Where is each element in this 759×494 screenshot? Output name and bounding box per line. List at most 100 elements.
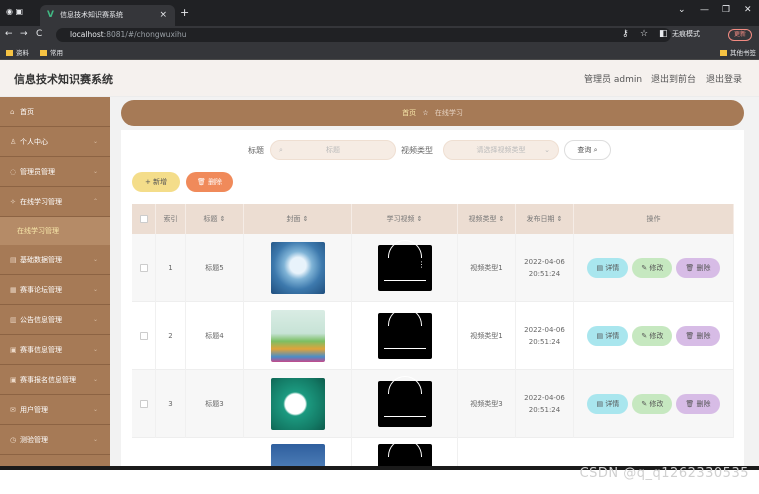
tab-close-icon[interactable]: × <box>159 5 167 26</box>
star-icon[interactable]: ☆ <box>640 29 648 39</box>
new-tab-button[interactable]: + <box>180 6 189 19</box>
sidebar-item-event[interactable]: ▣ 赛事信息管理 ⌄ <box>0 335 110 365</box>
chevron-down-icon: ⌄ <box>544 146 550 154</box>
dropdown-icon[interactable]: ⌄ <box>678 5 686 15</box>
row-actions: ▤ 详情 ✎ 修改 🗑 删除 <box>574 234 734 302</box>
sidebar-item-home[interactable]: ⌂ 首页 <box>0 97 110 127</box>
system-name: 信息技术知识赛系统 <box>14 73 113 86</box>
logout-link[interactable]: 退出登录 <box>706 72 742 85</box>
header-type[interactable]: 视频类型 ⇕ <box>458 204 516 234</box>
address-row: ← → C localhost:8081/#/chongwuxihu ⚷ ☆ ◧… <box>0 26 759 44</box>
key-icon[interactable]: ⚷ <box>622 29 629 39</box>
reload-icon[interactable]: C <box>36 29 42 39</box>
forward-icon[interactable]: → <box>20 29 28 39</box>
detail-button[interactable]: ▤ 详情 <box>587 326 629 346</box>
cover-image-people-network[interactable] <box>270 310 325 362</box>
cover-image-brain-icons[interactable] <box>270 378 325 430</box>
close-icon[interactable]: ✕ <box>744 5 752 15</box>
breadcrumb: 首页 ☆ 在线学习 <box>121 100 744 126</box>
bookmarks-bar: 资料 常用 其他书签 <box>0 44 759 60</box>
edit-button[interactable]: ✎ 修改 <box>632 258 673 278</box>
app-header: 信息技术知识赛系统 管理员 admin 退出到前台 退出登录 <box>0 60 759 97</box>
event-icon: ▣ <box>10 346 17 354</box>
chevron-down-icon: ⌄ <box>92 316 98 323</box>
detail-button[interactable]: ▤ 详情 <box>587 394 629 414</box>
delete-button[interactable]: 🗑 删除 <box>676 326 720 346</box>
video-player[interactable]: ⋮ <box>377 240 432 291</box>
row-date: 2022-04-06 20:51:24 <box>516 370 574 438</box>
home-icon: ⌂ <box>10 108 15 116</box>
bookmark-folder[interactable]: 资料 <box>6 47 29 57</box>
header-cover[interactable]: 封面 ⇕ <box>244 204 352 234</box>
row-date: 2022-04-06 20:51:24 <box>516 234 574 302</box>
update-button[interactable]: 更新 <box>728 29 752 41</box>
minimize-icon[interactable]: — <box>700 5 709 15</box>
folder-icon <box>720 50 727 56</box>
query-button[interactable]: 查询 ⌕ <box>564 140 611 160</box>
type-label: 视频类型 <box>401 146 433 155</box>
sidebar-item-admin[interactable]: ◌ 管理员管理 ⌄ <box>0 157 110 187</box>
header-title[interactable]: 标题 ⇕ <box>186 204 244 234</box>
select-all-checkbox[interactable] <box>132 204 156 234</box>
breadcrumb-home[interactable]: 首页 <box>402 109 416 117</box>
sidebar-item-forum[interactable]: ▦ 赛事论坛管理 ⌄ <box>0 275 110 305</box>
more-icon[interactable]: ⋮ <box>418 261 426 269</box>
restore-icon[interactable]: ❐ <box>722 5 730 15</box>
header-actions: 操作 <box>574 204 734 234</box>
title-search-input[interactable]: ⌕ 标题 <box>270 140 396 160</box>
delete-button[interactable]: 🗑 删除 <box>676 258 720 278</box>
submenu-online-study[interactable]: 在线学习管理 <box>0 217 110 245</box>
row-index: 2 <box>156 302 186 370</box>
back-front-link[interactable]: 退出到前台 <box>651 72 696 85</box>
row-checkbox[interactable] <box>132 302 156 370</box>
content-panel: 标题 ⌕ 标题 视频类型 请选择视频类型 ⌄ 查询 ⌕ + 新增 🗑 删除 索引… <box>121 130 744 470</box>
plus-icon: + <box>144 178 154 186</box>
row-checkbox[interactable] <box>132 370 156 438</box>
video-player[interactable] <box>377 308 432 359</box>
detail-button[interactable]: ▤ 详情 <box>587 258 629 278</box>
edit-button[interactable]: ✎ 修改 <box>632 326 673 346</box>
header-index: 索引 <box>156 204 186 234</box>
notice-icon: ▥ <box>10 316 17 324</box>
sidebar-item-signup[interactable]: ▣ 赛事报名信息管理 ⌄ <box>0 365 110 395</box>
cover-image-hand-tech[interactable] <box>270 242 325 294</box>
delete-button[interactable]: 🗑 删除 <box>676 394 720 414</box>
data-table: 索引 标题 ⇕ 封面 ⇕ 学习视频 ⇕ 视频类型 ⇕ 发布日期 ⇕ 操作 1 标… <box>132 204 734 470</box>
row-cover <box>244 302 352 370</box>
sidebar-item-notice[interactable]: ▥ 公告信息管理 ⌄ <box>0 305 110 335</box>
video-player[interactable] <box>377 376 432 427</box>
back-icon[interactable]: ← <box>5 29 13 39</box>
browser-tab[interactable]: V 信息技术知识赛系统 × <box>40 5 175 26</box>
row-checkbox[interactable] <box>132 234 156 302</box>
row-video: ⋮ <box>352 234 458 302</box>
header-date[interactable]: 发布日期 ⇕ <box>516 204 574 234</box>
sidebar-item-quiz[interactable]: ◷ 测验管理 ⌄ <box>0 425 110 455</box>
header-video[interactable]: 学习视频 ⇕ <box>352 204 458 234</box>
users-icon: ✉ <box>10 406 16 414</box>
batch-delete-button[interactable]: 🗑 删除 <box>186 172 233 192</box>
folder-icon <box>40 50 47 56</box>
star-separator-icon: ☆ <box>422 109 429 117</box>
other-bookmarks[interactable]: 其他书签 <box>720 47 756 57</box>
row-video <box>352 370 458 438</box>
bookmark-folder[interactable]: 常用 <box>40 47 63 57</box>
sidebar-item-users[interactable]: ✉ 用户管理 ⌄ <box>0 395 110 425</box>
add-button[interactable]: + 新增 <box>132 172 180 192</box>
edit-button[interactable]: ✎ 修改 <box>632 394 673 414</box>
sidepanel-icon[interactable]: ◧ <box>659 29 668 39</box>
sidebar-item-study[interactable]: ✧ 在线学习管理 ⌃ <box>0 187 110 217</box>
video-type-select[interactable]: 请选择视频类型 ⌄ <box>443 140 559 160</box>
address-bar[interactable]: localhost:8081/#/chongwuxihu <box>56 28 671 42</box>
sidebar-item-profile[interactable]: ♙ 个人中心 ⌄ <box>0 127 110 157</box>
tab-bar: ◉ ▣ V 信息技术知识赛系统 × + ⌄ — ❐ ✕ <box>0 0 759 26</box>
sidebar-item-basedata[interactable]: ▤ 基础数据管理 ⌄ <box>0 245 110 275</box>
admin-label: 管理员 admin <box>584 75 643 85</box>
table-row: 3 标题3 视频类型3 2022-04-06 20:51:24 ▤ 详情 ✎ 修… <box>132 370 734 438</box>
browser-menu-icon[interactable]: ◉ ▣ <box>6 7 23 16</box>
watermark: CSDN @q_q1262330535 <box>579 466 749 481</box>
chevron-up-icon: ⌃ <box>92 198 98 205</box>
trash-icon: 🗑 <box>196 178 209 186</box>
quiz-icon: ◷ <box>10 436 17 444</box>
row-actions: ▤ 详情 ✎ 修改 🗑 删除 <box>574 302 734 370</box>
row-type: 视频类型3 <box>458 370 516 438</box>
